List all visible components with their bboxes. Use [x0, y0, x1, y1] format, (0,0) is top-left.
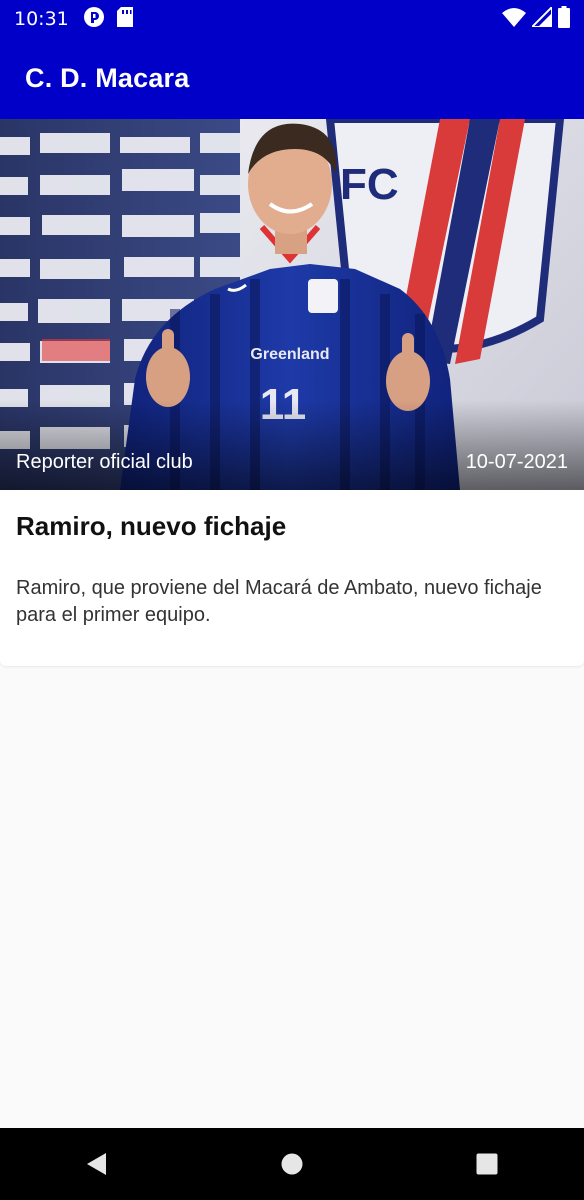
back-button[interactable]: [67, 1134, 127, 1194]
status-time: 10:31: [14, 8, 69, 30]
recents-button[interactable]: [457, 1134, 517, 1194]
news-date: 10-07-2021: [465, 451, 568, 473]
news-card[interactable]: FC Greenland Reporter oficial club 10-07…: [0, 119, 584, 666]
back-icon: [87, 1153, 107, 1175]
recents-icon: [476, 1153, 498, 1175]
news-body: Ramiro, que proviene del Macará de Ambat…: [16, 577, 542, 626]
app-title: C. D. Macara: [25, 63, 190, 93]
svg-text:FC: FC: [340, 160, 399, 209]
app-bar: C. D. Macara: [0, 38, 584, 119]
news-image[interactable]: FC Greenland Reporter oficial club 10-07…: [0, 119, 584, 490]
sd-card-icon: [116, 6, 133, 32]
jersey-sponsor: Greenland: [250, 346, 329, 363]
status-bar: 10:31: [0, 0, 584, 38]
status-icons-right: [502, 4, 570, 33]
news-title: Ramiro, nuevo fichaje: [16, 511, 287, 541]
navigation-bar: [0, 1128, 584, 1200]
home-icon: [281, 1153, 303, 1175]
wifi-icon: [502, 7, 526, 32]
home-button[interactable]: [262, 1134, 322, 1194]
signal-icon: [529, 4, 553, 32]
battery-icon: [558, 5, 570, 33]
status-icons-left: [83, 6, 133, 33]
news-author: Reporter oficial club: [16, 451, 193, 473]
media-icon: [83, 6, 105, 33]
image-overlay: [0, 400, 584, 490]
